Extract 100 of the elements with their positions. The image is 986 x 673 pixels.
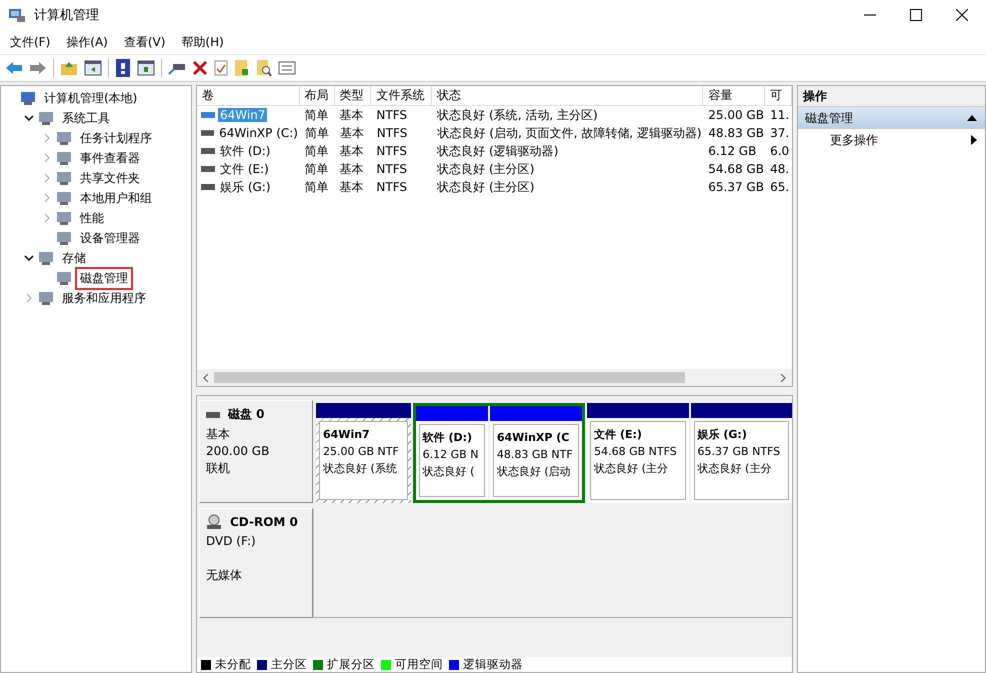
volume-name[interactable]: 64WinXP (C:) (217, 126, 300, 140)
table-cell: 基本 (340, 178, 364, 196)
pane-icon[interactable] (137, 60, 155, 76)
table-cell: 基本 (340, 124, 364, 142)
tree-item[interactable]: 性能 (75, 206, 109, 230)
table-cell: 简单 (304, 160, 329, 178)
tree-node-icon (56, 130, 72, 146)
disk-info: 联机 (206, 460, 231, 477)
actions-section[interactable]: 磁盘管理 (798, 107, 985, 129)
action-link[interactable]: 更多操作 (830, 132, 878, 148)
tree-item[interactable]: 系统工具 (57, 106, 115, 130)
column-header[interactable]: 类型 (334, 86, 372, 106)
tree-item[interactable]: 存储 (57, 246, 91, 270)
collapse-triangle-icon[interactable] (967, 115, 977, 121)
table-cell: NTFS (376, 162, 408, 176)
forward-arrow-icon[interactable] (29, 60, 47, 76)
disk-name: CD-ROM 0 (230, 515, 298, 529)
table-cell: 65. (770, 180, 790, 194)
horizontal-scrollbar[interactable] (197, 369, 792, 386)
tree-item[interactable]: 计算机管理(本地) (39, 86, 142, 110)
column-header[interactable]: 容量 (703, 86, 766, 106)
column-header[interactable]: 卷 (197, 86, 300, 106)
partition-name: 64Win7 (323, 427, 371, 443)
table-cell: 简单 (304, 106, 329, 124)
drive-icon (201, 183, 215, 191)
drive-icon (201, 111, 215, 119)
volume-name[interactable]: 文件 (E:) (218, 160, 271, 178)
legend-label: 扩展分区 (327, 657, 375, 672)
drive-icon (201, 165, 215, 173)
table-cell: 48. (770, 162, 790, 176)
cd-drive-icon (206, 514, 222, 530)
maximize-icon[interactable] (910, 9, 922, 21)
table-cell: NTFS (376, 108, 408, 122)
partition-name: 文件 (E:) (594, 427, 643, 443)
tree-item[interactable]: 服务和应用程序 (57, 286, 151, 310)
folder-up-icon[interactable] (60, 60, 78, 76)
table-cell: 11. (770, 108, 790, 122)
table-cell: 48.83 GB (708, 126, 764, 140)
window-title: 计算机管理 (34, 7, 99, 24)
column-header[interactable]: 文件系统 (371, 86, 432, 106)
legend-label: 逻辑驱动器 (463, 657, 523, 672)
delete-icon[interactable] (192, 60, 208, 76)
table-cell: 6.12 GB (708, 144, 756, 158)
actions-header: 操作 (798, 86, 985, 107)
volume-name[interactable]: 娱乐 (G:) (218, 178, 273, 196)
tree-node-icon (56, 170, 72, 186)
disk-info: 200.00 GB (206, 443, 270, 460)
folder-icon[interactable] (234, 59, 250, 77)
chevron-down-icon[interactable] (24, 113, 34, 123)
column-header[interactable]: 可 (765, 86, 792, 106)
menu-item[interactable]: 查看(V) (124, 34, 166, 50)
table-cell: 基本 (340, 106, 364, 124)
back-arrow-icon[interactable] (5, 60, 23, 76)
tree-node-icon (56, 210, 72, 226)
close-icon[interactable] (956, 9, 968, 21)
checklist-icon[interactable] (214, 60, 228, 76)
scroll-left-icon[interactable] (202, 374, 210, 382)
computer-management-icon (8, 7, 26, 23)
partition-name: 娱乐 (G:) (698, 427, 748, 443)
tree-item[interactable]: 事件查看器 (75, 146, 145, 170)
table-cell: 状态良好 (启动, 页面文件, 故障转储, 逻辑驱动器) (438, 124, 702, 142)
tree-item[interactable]: 设备管理器 (75, 226, 145, 250)
tree-item[interactable]: 共享文件夹 (75, 166, 145, 190)
partition-size: 54.68 GB NTFS (594, 444, 678, 460)
pane-icon[interactable] (84, 60, 102, 76)
partition-size: 48.83 GB NTF (496, 447, 574, 463)
list-icon[interactable] (278, 60, 296, 76)
table-cell: 简单 (304, 142, 329, 160)
partition-status: 状态良好 (主分 (698, 461, 772, 477)
search-icon[interactable] (256, 59, 272, 77)
tree-item[interactable]: 本地用户和组 (75, 186, 157, 210)
table-cell: NTFS (376, 126, 408, 140)
disk-status: 无媒体 (206, 567, 243, 584)
extended-partition[interactable]: 软件 (D:) 6.12 GB N 状态良好 ( 64WinXP (C 48.83 GB NTF 状态良好 (启动 (412, 403, 586, 503)
column-header[interactable]: 状态 (432, 86, 704, 106)
column-header[interactable]: 布局 (300, 86, 335, 106)
table-cell: 状态良好 (主分区) (437, 178, 534, 196)
volume-name[interactable]: 软件 (D:) (218, 142, 272, 160)
menu-item[interactable]: 文件(F) (10, 34, 50, 50)
table-cell: NTFS (376, 180, 408, 194)
disk-info: 基本 (206, 426, 231, 443)
menu-item[interactable]: 操作(A) (66, 34, 108, 50)
menu-item[interactable]: 帮助(H) (181, 34, 224, 50)
tree-item[interactable]: 磁盘管理 (75, 266, 133, 290)
table-cell: 6.0 (770, 144, 790, 158)
tree-node-icon (20, 90, 36, 106)
partition-status: 状态良好 ( (422, 464, 476, 480)
tree-node-icon (56, 270, 72, 286)
partition-name: 64WinXP (C (496, 430, 570, 446)
table-cell: 简单 (305, 124, 329, 142)
tree-item[interactable]: 任务计划程序 (75, 126, 157, 150)
table-cell: 54.68 GB (708, 162, 764, 176)
submenu-arrow-icon (971, 135, 977, 145)
tree-node-icon (38, 110, 54, 126)
partition-status: 状态良好 (主分 (594, 461, 669, 477)
scroll-right-icon[interactable] (779, 374, 787, 382)
chevron-down-icon[interactable] (24, 253, 34, 263)
tree-node-icon (56, 230, 72, 246)
partition-status: 状态良好 (系统 (323, 461, 398, 477)
table-cell: 简单 (304, 178, 329, 196)
